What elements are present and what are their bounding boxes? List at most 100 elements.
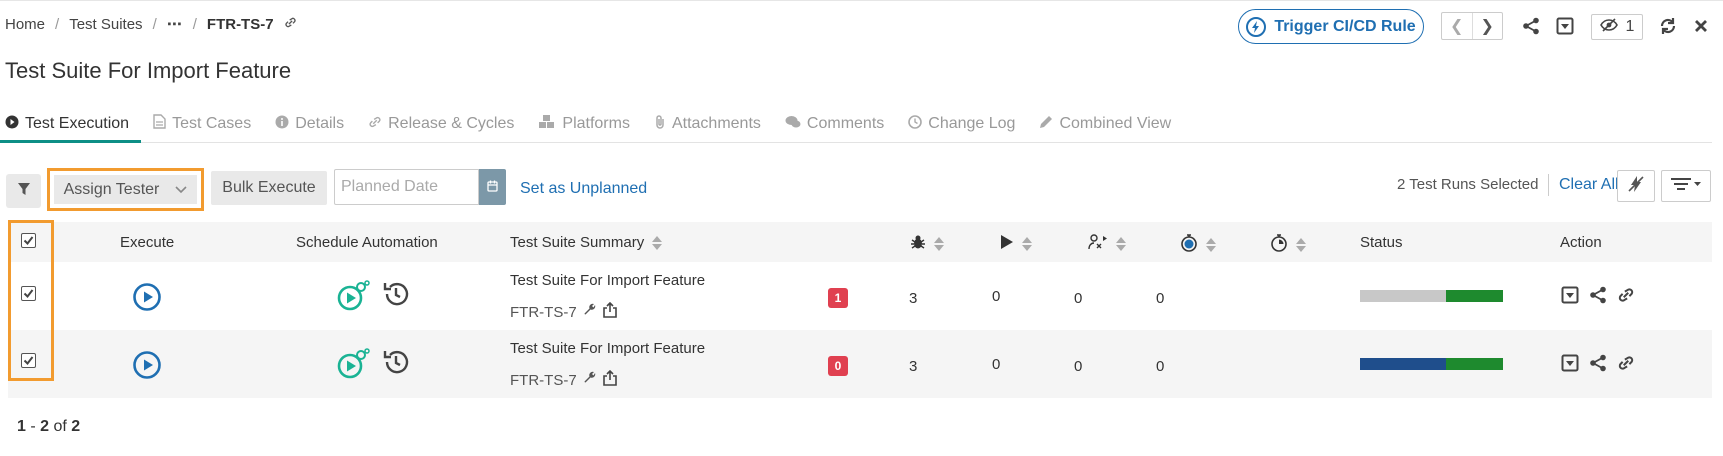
play-circle-icon [5,115,19,134]
share-out-icon[interactable] [602,369,617,390]
select-all-checkbox[interactable] [21,233,36,248]
page-of: of [53,418,67,435]
breadcrumb-home[interactable]: Home [5,16,45,33]
summary-id-row: FTR-TS-7 [510,301,705,322]
assigned-count: 0 [992,288,1001,305]
row-checkbox[interactable] [21,286,36,301]
execute-button[interactable] [132,350,162,384]
play-circle-icon [133,283,161,311]
info-icon [275,115,289,134]
table-header: Execute Schedule Automation Test Suite S… [8,222,1712,262]
breadcrumb-test-suites[interactable]: Test Suites [69,16,142,33]
link-icon[interactable] [1617,286,1635,308]
share-icon[interactable] [1589,354,1607,376]
tab-comments[interactable]: Comments [785,106,884,142]
sort-icon [1116,237,1126,251]
tab-test-cases[interactable]: Test Cases [153,106,251,142]
watchers-button[interactable]: 1 [1591,14,1643,40]
suite-id[interactable]: FTR-TS-7 [510,372,577,389]
tab-combined-view[interactable]: Combined View [1039,106,1171,142]
summary-title[interactable]: Test Suite For Import Feature [510,340,705,357]
page-from: 1 [17,418,26,435]
play-icon [1000,234,1014,254]
column-header-timer-alt[interactable] [1270,234,1306,256]
defect-count-badge[interactable]: 0 [828,356,848,376]
bulk-execute-button[interactable]: Bulk Execute [211,171,327,205]
wrench-icon[interactable] [583,303,597,321]
breadcrumb-separator: / [192,15,197,33]
refresh-icon[interactable] [1656,14,1680,38]
tab-release-cycles[interactable]: Release & Cycles [368,106,514,142]
document-icon [153,114,166,134]
dropdown-box-icon[interactable] [1561,354,1579,376]
chevron-left-icon[interactable]: ❮ [1442,13,1473,39]
clear-all-link[interactable]: Clear All [1559,176,1619,194]
share-icon[interactable] [1519,14,1543,38]
tab-label: Attachments [671,115,761,132]
history-button[interactable] [382,348,410,380]
sort-lines-icon [1670,177,1702,195]
status-segment-pass [1445,358,1503,370]
assign-tester-button[interactable]: Assign Tester [54,175,197,204]
eye-slash-icon [1599,17,1618,37]
column-header-defects[interactable] [910,234,944,254]
user-play-icon [1088,234,1108,254]
play-circle-icon [133,351,161,379]
divider [1548,174,1549,196]
tab-change-log[interactable]: Change Log [908,106,1015,142]
column-header-summary[interactable]: Test Suite Summary [510,234,663,251]
calendar-button[interactable] [479,169,506,205]
breadcrumb: Home / Test Suites / ⋯ / FTR-TS-7 [5,15,297,33]
set-as-unplanned-link[interactable]: Set as Unplanned [520,180,647,198]
timer-count: 0 [1074,358,1083,375]
column-options-button[interactable] [1661,170,1711,202]
share-out-icon[interactable] [602,301,617,322]
filter-button[interactable] [6,174,41,208]
link-icon[interactable] [284,16,297,33]
status-progress-bar[interactable] [1360,290,1503,302]
summary-id-row: FTR-TS-7 [510,369,705,390]
breadcrumb-current: FTR-TS-7 [206,15,274,33]
sort-icon [1206,238,1216,252]
chevron-right-icon[interactable]: ❯ [1473,13,1503,39]
trigger-cicd-rule-button[interactable]: Trigger CI/CD Rule [1238,9,1424,44]
table-row: Test Suite For Import Feature FTR-TS-7 0… [8,330,1712,398]
column-header-executions[interactable] [1000,234,1032,254]
top-border [0,0,1723,1]
stopwatch-half-icon [1270,234,1288,256]
tab-test-execution[interactable]: Test Execution [5,106,129,142]
tab-platforms[interactable]: Platforms [538,106,630,142]
column-header-timer[interactable] [1180,234,1216,256]
defect-count-badge[interactable]: 1 [828,288,848,308]
row-checkbox[interactable] [21,353,36,368]
automation-gear-icon [337,348,370,379]
summary-title[interactable]: Test Suite For Import Feature [510,272,705,289]
wrench-icon[interactable] [583,371,597,389]
execute-button[interactable] [132,282,162,316]
column-header-action: Action [1560,234,1602,251]
history-button[interactable] [382,280,410,312]
calendar-icon [487,179,498,196]
dropdown-box-icon[interactable] [1553,14,1577,38]
tab-attachments[interactable]: Attachments [654,106,761,142]
schedule-automation-button[interactable] [336,280,370,316]
link-icon[interactable] [1617,354,1635,376]
tab-details[interactable]: Details [275,106,344,142]
suite-id[interactable]: FTR-TS-7 [510,304,577,321]
history-icon [383,282,409,306]
tab-bar: Test Execution Test Cases Details Releas… [5,106,1195,142]
planned-date-input[interactable] [334,169,479,205]
sort-icon [934,237,944,251]
column-header-assignee[interactable] [1088,234,1126,254]
header-label: Status [1360,234,1403,251]
bug-icon [910,234,926,254]
bulk-action-button[interactable] [1617,170,1655,202]
dropdown-box-icon[interactable] [1561,286,1579,308]
schedule-automation-button[interactable] [336,348,370,384]
status-progress-bar[interactable] [1360,358,1503,370]
close-icon[interactable] [1689,14,1713,38]
breadcrumb-ellipsis[interactable]: ⋯ [167,15,183,33]
share-icon[interactable] [1589,286,1607,308]
pagination-summary: 1 - 2 of 2 [17,418,81,435]
bolt-slash-icon [1627,175,1645,197]
